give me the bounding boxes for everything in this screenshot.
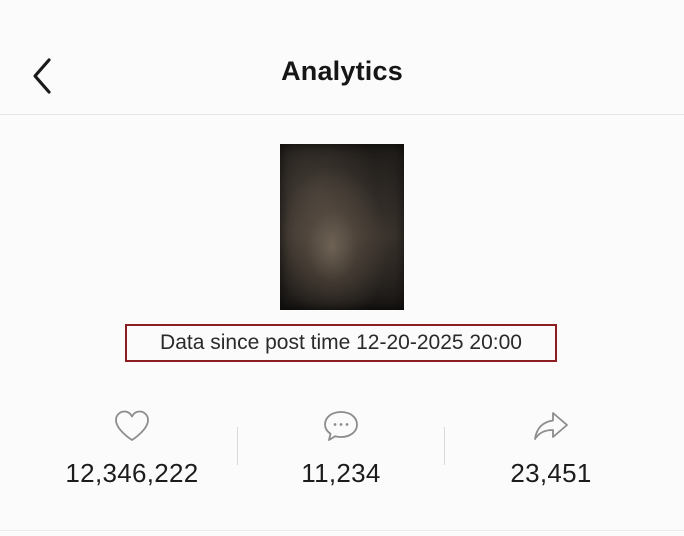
divider-line [0,530,684,531]
page-title: Analytics [281,56,403,86]
data-since-label: Data since post time 12-20-2025 20:00 [125,324,557,362]
likes-count: 12,346,222 [65,458,199,488]
comment-bubble-icon [324,411,358,441]
heart-icon [115,410,149,441]
header-bar: Analytics [0,0,684,115]
video-thumbnail[interactable] [280,144,404,310]
shares-count: 23,451 [510,458,592,488]
stat-shares: 23,451 [441,404,661,489]
share-arrow-icon [534,412,568,440]
stat-likes: 12,346,222 [22,404,242,489]
stat-comments: 11,234 [231,404,451,489]
comments-count: 11,234 [301,458,381,488]
analytics-screen: Analytics Data since post time 12-20-202… [0,0,684,536]
